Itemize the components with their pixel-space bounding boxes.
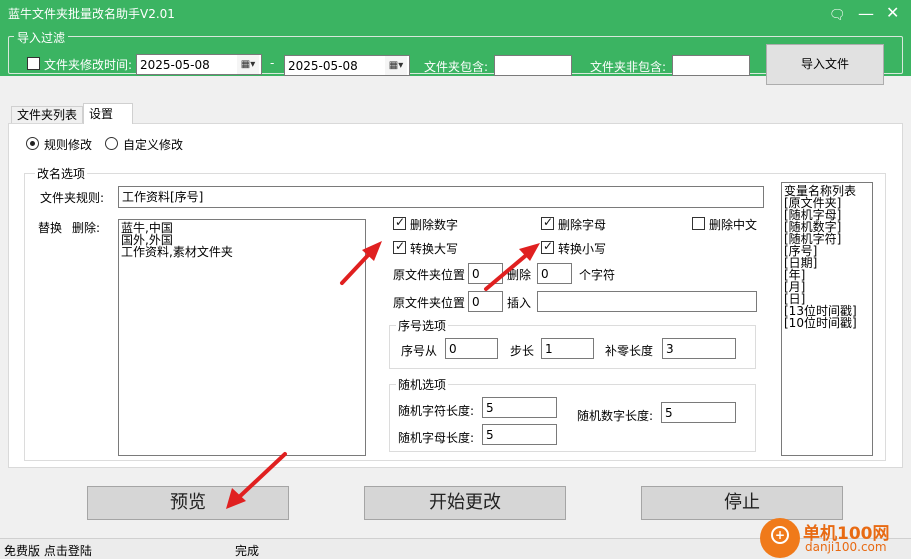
random-letter-len-label: 随机字母长度: [398, 431, 475, 445]
rule-label: 文件夹规则: [40, 191, 105, 205]
pos-input-2[interactable]: 0 [468, 291, 503, 312]
seq-pad-input[interactable]: 3 [662, 338, 736, 359]
delete-chinese-label: 删除中文 [709, 218, 758, 232]
to-lower-checkbox[interactable] [541, 239, 554, 254]
delete-digits-checkbox[interactable] [393, 215, 406, 230]
random-digit-len-input[interactable]: 5 [661, 402, 736, 423]
to-upper-checkbox[interactable] [393, 239, 406, 254]
rule-mode-label: 规则修改 [44, 138, 93, 152]
custom-mode-label: 自定义修改 [123, 138, 184, 152]
sequence-title: 序号选项 [396, 317, 449, 334]
comment-icon[interactable]: 🗨 [829, 6, 846, 26]
seq-pad-label: 补零长度 [605, 344, 654, 358]
rule-mode-radio[interactable] [26, 137, 39, 150]
plus-icon: + [771, 526, 789, 544]
chars-label: 个字符 [579, 268, 616, 282]
replace-textarea[interactable]: 蓝牛,中国 国外,外国 工作资料,素材文件夹 [118, 219, 366, 456]
rename-options-title: 改名选项 [35, 165, 88, 182]
random-char-len-label: 随机字符长度: [398, 404, 475, 418]
status-text: 完成 [235, 544, 260, 558]
random-char-len-input[interactable]: 5 [482, 397, 557, 418]
delete-letters-label: 删除字母 [558, 218, 607, 232]
preview-button[interactable]: 预览 [87, 486, 289, 520]
seq-step-label: 步长 [510, 344, 535, 358]
seq-step-input[interactable]: 1 [541, 338, 594, 359]
stop-button[interactable]: 停止 [641, 486, 843, 520]
random-letter-len-input[interactable]: 5 [482, 424, 557, 445]
replace-line: 工作资料,素材文件夹 [121, 245, 233, 259]
random-digit-len-label: 随机数字长度: [577, 409, 654, 423]
to-upper-label: 转换大写 [410, 242, 459, 256]
rule-input[interactable]: 工作资料[序号] [118, 186, 764, 208]
pos-input-1[interactable]: 0 [468, 263, 503, 284]
login-status[interactable]: 免费版 点击登陆 [4, 542, 92, 559]
seq-from-label: 序号从 [401, 344, 438, 358]
start-button[interactable]: 开始更改 [364, 486, 566, 520]
seq-from-input[interactable]: 0 [445, 338, 498, 359]
delete-chinese-checkbox[interactable] [692, 217, 705, 230]
app-title: 蓝牛文件夹批量改名助手V2.01 [8, 7, 175, 21]
tab-folder-list[interactable]: 文件夹列表 [11, 106, 83, 124]
custom-mode-radio[interactable] [105, 137, 118, 150]
not-contains-input[interactable] [672, 55, 750, 76]
delete-digits-label: 删除数字 [410, 218, 459, 232]
date-from-value: 2025-05-08 [140, 58, 210, 72]
calendar-icon[interactable]: ▦▾ [385, 56, 407, 75]
to-lower-label: 转换小写 [558, 242, 607, 256]
import-files-button[interactable]: 导入文件 [766, 44, 884, 85]
tab-settings[interactable]: 设置 [83, 103, 133, 124]
random-title: 随机选项 [396, 376, 449, 393]
contains-input[interactable] [494, 55, 572, 76]
calendar-icon[interactable]: ▦▾ [237, 55, 259, 74]
not-contains-label: 文件夹非包含: [590, 60, 667, 74]
replace-label: 替换 [38, 221, 63, 235]
modified-time-checkbox[interactable] [27, 57, 40, 70]
contains-label: 文件夹包含: [424, 60, 489, 74]
pos-label-1: 原文件夹位置 [393, 268, 466, 282]
insert-input[interactable] [537, 291, 757, 312]
variables-list[interactable]: 变量名称列表 [原文件夹] [随机字母] [随机数字] [随机字符] [序号] … [781, 182, 873, 456]
date-to-value: 2025-05-08 [288, 59, 358, 73]
delete-count-input[interactable]: 0 [537, 263, 572, 284]
date-dash: - [270, 56, 275, 70]
delete-word: 删除 [507, 268, 532, 282]
list-item[interactable]: [10位时间戳] [784, 317, 870, 329]
insert-label: 插入 [507, 296, 532, 310]
close-icon[interactable]: ✕ [886, 3, 899, 23]
minimize-icon[interactable]: — [858, 4, 874, 24]
delete-label: 删除: [72, 221, 101, 235]
watermark-url: danji100.com [805, 540, 887, 554]
import-filter-title: 导入过滤 [14, 29, 69, 46]
pos-label-2: 原文件夹位置 [393, 296, 466, 310]
modified-time-label: 文件夹修改时间: [44, 58, 133, 72]
delete-letters-checkbox[interactable] [541, 215, 554, 230]
